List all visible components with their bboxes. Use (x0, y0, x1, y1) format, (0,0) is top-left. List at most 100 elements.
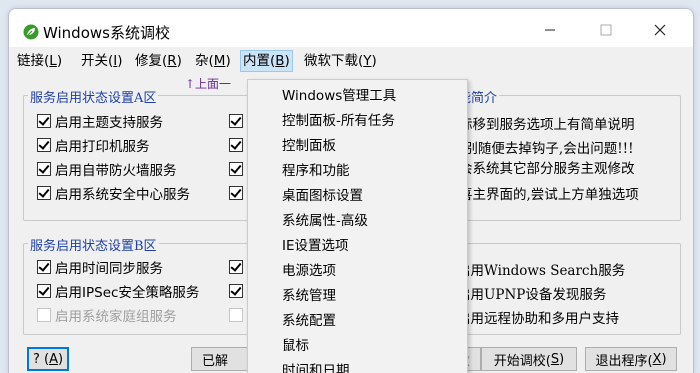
checkbox-box[interactable] (37, 114, 51, 128)
menu-end: ) (284, 53, 290, 69)
title-bar: Windows系统调校 (9, 9, 693, 47)
menu-label: 内置( (243, 53, 276, 69)
menu-item-system-management[interactable]: 系统管理 (282, 284, 336, 308)
menu-end: ) (176, 53, 182, 69)
menu-ms-download[interactable]: 微软下载(Y) (302, 51, 379, 71)
checkbox-box[interactable] (37, 138, 51, 152)
menu-item-programs-features[interactable]: 程序和功能 (282, 159, 350, 183)
menu-label: 链接( (17, 53, 50, 69)
checkbox-security-center-service[interactable]: 启用系统安全中心服务 (37, 183, 190, 203)
checkbox-box[interactable] (37, 260, 51, 274)
menu-switches[interactable]: 开关(I) (79, 51, 125, 71)
checkbox-theme-service[interactable]: 启用主题支持服务 (37, 111, 163, 131)
checkbox-firewall-service[interactable]: 启用自带防火墙服务 (37, 159, 177, 179)
help-button[interactable]: ? (A) (27, 347, 69, 371)
checkbox-box[interactable] (229, 186, 243, 200)
menu-end: ) (225, 53, 231, 69)
checkbox-upnp-label[interactable]: 启用UPNP设备发现服务 (457, 283, 606, 303)
checkbox-box[interactable] (229, 138, 243, 152)
menu-item-system-config[interactable]: 系统配置 (282, 309, 336, 333)
app-leaf-icon (23, 24, 39, 40)
menu-item-ie-settings[interactable]: IE设置选项 (282, 234, 349, 258)
checkbox-ipsec-service[interactable]: 启用IPSec安全策略服务 (37, 281, 199, 301)
exit-button[interactable]: 退出程序(X) (585, 347, 677, 371)
button-label: 开始调校( (493, 353, 551, 369)
menu-end: ) (56, 53, 63, 69)
menu-accel: B (275, 53, 285, 69)
checkbox-homegroup-service[interactable]: 启用系统家庭组服务 (37, 305, 177, 325)
intro-line: 喜主界面的,尝试上方单独选项 (459, 187, 639, 203)
menu-label: 修复( (135, 53, 168, 69)
checkbox-box[interactable] (37, 284, 51, 298)
menu-item-mouse[interactable]: 鼠标 (282, 334, 309, 358)
checkbox-box[interactable] (37, 186, 51, 200)
menu-builtin[interactable]: 内置(B) (240, 50, 293, 72)
button-accel: S (550, 351, 560, 367)
menu-label: 微软下载( (304, 53, 364, 69)
checkbox-label: 启用自带防火墙服务 (55, 163, 177, 179)
checkbox-label: 启用主题支持服务 (55, 115, 163, 131)
intro-line: 标移到服务选项上有简单说明 (459, 117, 635, 133)
menu-accel: Y (363, 53, 372, 69)
menu-label: 杂( (195, 53, 214, 69)
checkbox-label: 启用系统家庭组服务 (55, 309, 177, 325)
checkbox-box[interactable] (229, 162, 243, 176)
checkbox-box[interactable] (229, 284, 243, 298)
menu-accel: L (49, 53, 57, 69)
close-button[interactable] (637, 17, 683, 43)
checkbox-hidden-a2[interactable] (229, 135, 247, 155)
checkbox-label: 启用系统安全中心服务 (55, 187, 190, 203)
minimize-icon (545, 29, 555, 31)
checkbox-box[interactable] (229, 114, 243, 128)
menu-item-system-properties-advanced[interactable]: 系统属性-高级 (282, 209, 368, 233)
menu-links[interactable]: 链接(L) (15, 51, 64, 71)
checkbox-box[interactable] (229, 308, 243, 322)
button-label: ? ( (32, 351, 50, 367)
menu-bar: 链接(L) 开关(I) 修复(R) 杂(M) 内置(B) 微软下载(Y) (9, 49, 693, 72)
intro-line: 会系统其它部分服务主观修改 (459, 161, 635, 177)
button-end: ) (559, 351, 565, 367)
close-icon (654, 24, 666, 36)
minimize-button[interactable] (527, 17, 573, 43)
checkbox-printer-service[interactable]: 启用打印机服务 (37, 135, 150, 155)
menu-item-control-panel-all-tasks[interactable]: 控制面板-所有任务 (282, 109, 395, 133)
button-end: ) (661, 351, 667, 367)
checkbox-hidden-a1[interactable] (229, 111, 247, 131)
menu-accel: M (213, 53, 226, 69)
menu-repair[interactable]: 修复(R) (133, 51, 184, 71)
checkbox-windows-search-label[interactable]: 启用Windows Search服务 (457, 259, 625, 279)
checkbox-hidden-b3[interactable] (229, 305, 247, 325)
checkbox-hidden-b1[interactable] (229, 257, 247, 277)
checkbox-time-sync-service[interactable]: 启用时间同步服务 (37, 257, 163, 277)
group-b-title: 服务启用状态设置B区 (28, 235, 159, 254)
menu-accel: R (167, 53, 177, 69)
start-tuning-button[interactable]: 开始调校(S) (481, 347, 577, 371)
menu-label: 开关( (81, 53, 114, 69)
checkbox-hidden-a3[interactable] (229, 159, 247, 179)
checkbox-label: 启用IPSec安全策略服务 (55, 285, 200, 301)
main-window: Windows系统调校 链接(L) 开关(I) 修复(R) 杂(M) 内置(B)… (8, 8, 694, 373)
checkbox-label: 启用打印机服务 (55, 139, 150, 155)
checkbox-box[interactable] (229, 260, 243, 274)
checkbox-label: 启用时间同步服务 (55, 261, 163, 277)
button-accel: A (49, 351, 58, 367)
menu-item-windows-admin-tools[interactable]: Windows管理工具 (282, 84, 396, 108)
hint-text: ↑上面一 (185, 77, 232, 91)
checkbox-box[interactable] (37, 162, 51, 176)
button-accel: X (652, 351, 662, 367)
checkbox-remote-assist-label[interactable]: 启用远程协助和多用户支持 (457, 307, 619, 327)
menu-misc[interactable]: 杂(M) (193, 51, 233, 71)
menu-item-desktop-icons[interactable]: 桌面图标设置 (282, 184, 363, 208)
maximize-icon (600, 24, 612, 36)
button-end: ) (57, 351, 64, 367)
menu-item-date-time[interactable]: 时间和日期 (282, 359, 350, 373)
checkbox-hidden-a4[interactable] (229, 183, 247, 203)
button-label: 退出程序( (595, 353, 653, 369)
menu-item-power-options[interactable]: 电源选项 (282, 259, 336, 283)
checkbox-box[interactable] (37, 308, 51, 322)
menu-item-control-panel[interactable]: 控制面板 (282, 134, 336, 158)
checkbox-hidden-b2[interactable] (229, 281, 247, 301)
menu-end: ) (117, 53, 123, 69)
intro-line: !别随便去掉钩子,会出问题!!! (459, 141, 634, 157)
maximize-button[interactable] (583, 17, 629, 43)
